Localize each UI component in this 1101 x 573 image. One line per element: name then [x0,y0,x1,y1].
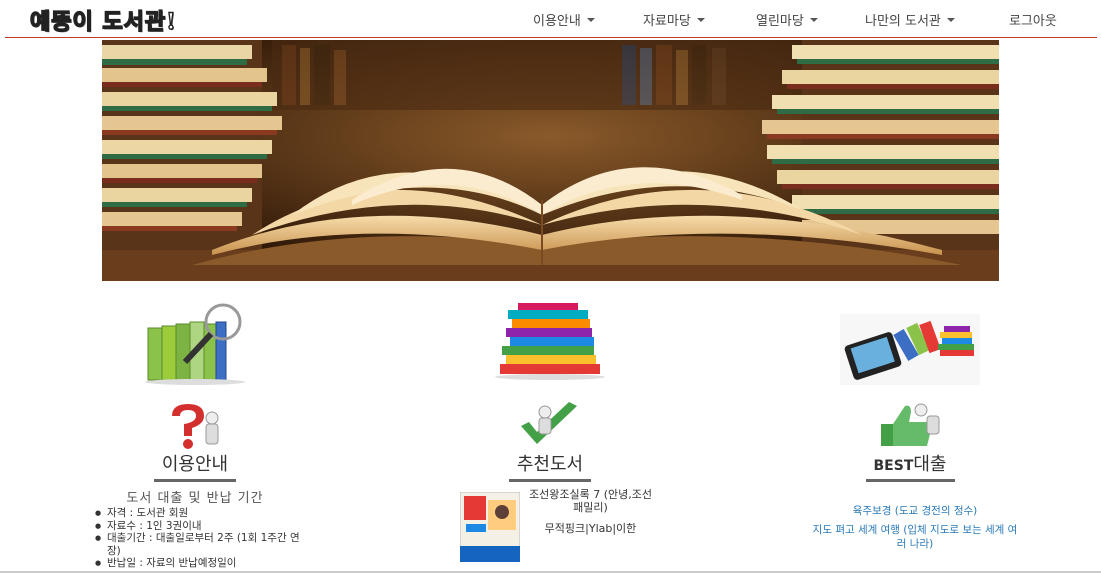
recommend-book-info: 조선왕조실록 7 (안녕,조선 패밀리) 무적핑크|Ylab|이한 [528,488,653,543]
nav-item-logout[interactable]: 로그아웃 [1009,10,1057,29]
navbar-divider [5,37,1097,38]
best-link[interactable]: 육주보경 (도교 경전의 정수) [810,504,1020,518]
hero-banner-image [102,40,999,281]
book-title[interactable]: 조선왕조실록 7 (안녕,조선 패밀리) [528,488,653,514]
nav-item-guide[interactable]: 이용안내 [533,10,595,29]
thumbs-up-mascot-icon [875,402,945,454]
top-navbar: 예뚱이 도서관! 이용안내 자료마당 열린마당 나만의 도서관 로그아웃 [0,0,1101,38]
recommend-title[interactable]: 추천도서 [508,450,592,482]
book-stack-icon[interactable] [490,300,610,384]
best-title-bold: BEST [873,458,914,474]
nav-item-label: 이용안내 [533,13,581,29]
list-item: 자격 : 도서관 회원 [95,507,305,520]
nav-item-label: 나만의 도서관 [865,13,941,29]
nav-item-resources[interactable]: 자료마당 [643,10,705,29]
list-item: 자료수 : 1인 3권이내 [95,520,305,533]
recommend-column: 추천도서 조선왕조실록 7 (안녕,조선 패밀리) 무적핑크|Ylab|이한 [430,300,670,573]
brand-logo[interactable]: 예뚱이 도서관! [29,4,177,36]
list-item: 반납일 : 자료의 반납예정일이 [95,557,305,570]
nav-item-label: 열린마당 [756,13,804,29]
nav-item-my-library[interactable]: 나만의 도서관 [865,10,955,29]
best-column: BEST대출 육주보경 (도교 경전의 정수) 지도 펴고 세계 여행 (입체 … [790,300,1030,573]
guide-title-wrap: 이용안내 [75,450,315,482]
nav-item-label: 로그아웃 [1009,13,1057,29]
best-title[interactable]: BEST대출 [865,450,955,482]
book-author: 무적핑크|Ylab|이한 [544,522,637,535]
guide-title[interactable]: 이용안내 [153,450,237,482]
caret-down-icon [946,18,955,22]
best-link[interactable]: 지도 펴고 세계 여행 (입체 지도로 보는 세계 여러 나라) [810,523,1020,551]
nav-item-label: 자료마당 [643,13,691,29]
checkmark-mascot-icon [515,402,585,454]
tablet-books-icon[interactable] [840,300,980,389]
caret-down-icon [696,18,705,22]
best-title-wrap: BEST대출 [790,450,1030,482]
nav-item-open-forum[interactable]: 열린마당 [756,10,818,29]
magnifier-books-icon[interactable] [140,300,250,389]
guide-subtitle: 도서 대출 및 반납 기간 [126,491,264,506]
question-mark-mascot-icon [160,402,230,454]
guide-column: 이용안내 도서 대출 및 반납 기간 자격 : 도서관 회원 자료수 : 1인 … [75,300,315,573]
best-links-list: 육주보경 (도교 경전의 정수) 지도 펴고 세계 여행 (입체 지도로 보는 … [810,504,1020,556]
caret-down-icon [586,18,595,22]
best-title-rest: 대출 [913,454,947,475]
recommend-title-wrap: 추천도서 [430,450,670,482]
book-cover-image[interactable] [459,491,521,563]
guide-info-list: 자격 : 도서관 회원 자료수 : 1인 3권이내 대출기간 : 대출일로부터 … [95,507,305,570]
caret-down-icon [809,18,818,22]
list-item: 대출기간 : 대출일로부터 2주 (1회 1주간 연장) [95,532,305,557]
brand-title[interactable]: 예뚱이 도서관! [29,4,177,36]
